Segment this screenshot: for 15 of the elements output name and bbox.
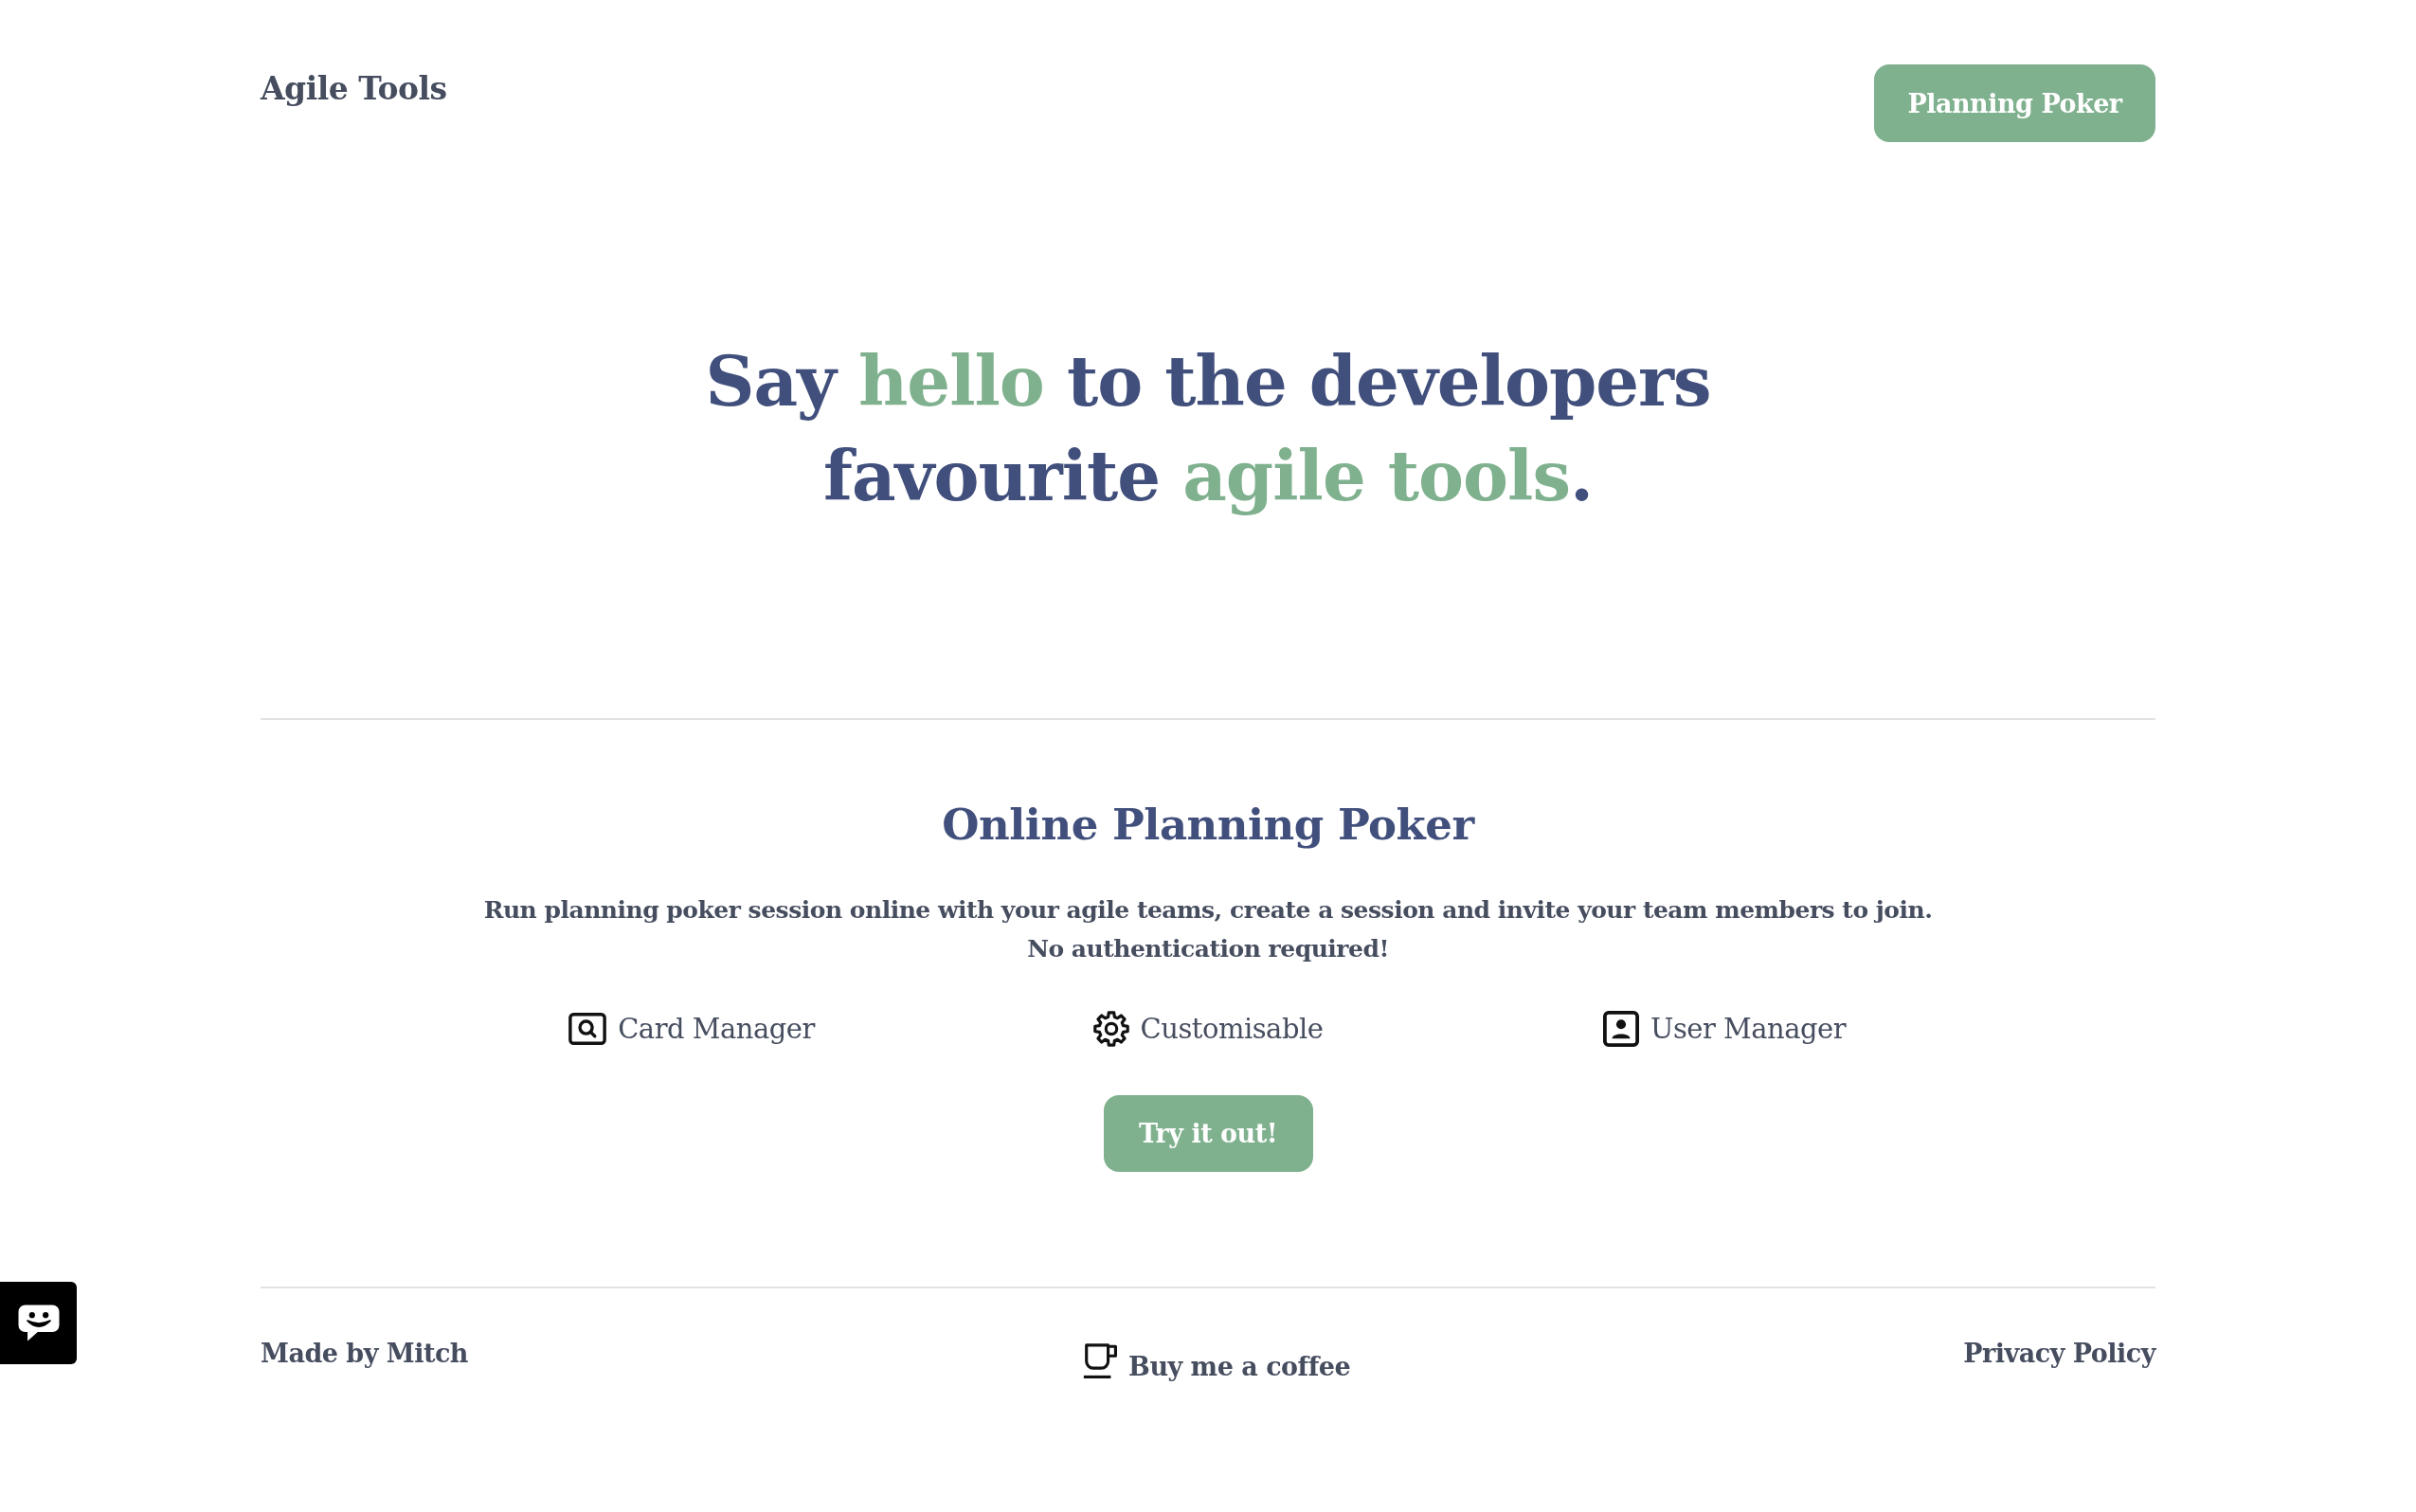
buy-me-a-coffee-link[interactable]: Buy me a coffee <box>1081 1340 1351 1383</box>
section-title: Online Planning Poker <box>942 800 1474 851</box>
framed-magnifier-icon <box>568 1013 607 1045</box>
feature-label: Customisable <box>1140 1012 1324 1047</box>
hero-headline: Say hello to the developers favourite agile tools. <box>704 340 1712 518</box>
feature-label: User Manager <box>1650 1012 1847 1047</box>
gear-icon <box>1092 1011 1129 1047</box>
author-link[interactable]: Made by Mitch <box>261 1338 468 1370</box>
chat-button[interactable] <box>0 1282 77 1364</box>
cup-icon <box>1081 1342 1120 1380</box>
section-description: Run planning poker session online with your agile teams, create a session and invite your team members to join. No authentication required! <box>483 895 1933 964</box>
person-box-icon <box>1602 1011 1639 1047</box>
site-logo[interactable]: Agile Tools <box>261 70 447 108</box>
feature-label: Card Manager <box>618 1012 815 1047</box>
privacy-policy-link[interactable]: Privacy Policy <box>1963 1338 2155 1370</box>
